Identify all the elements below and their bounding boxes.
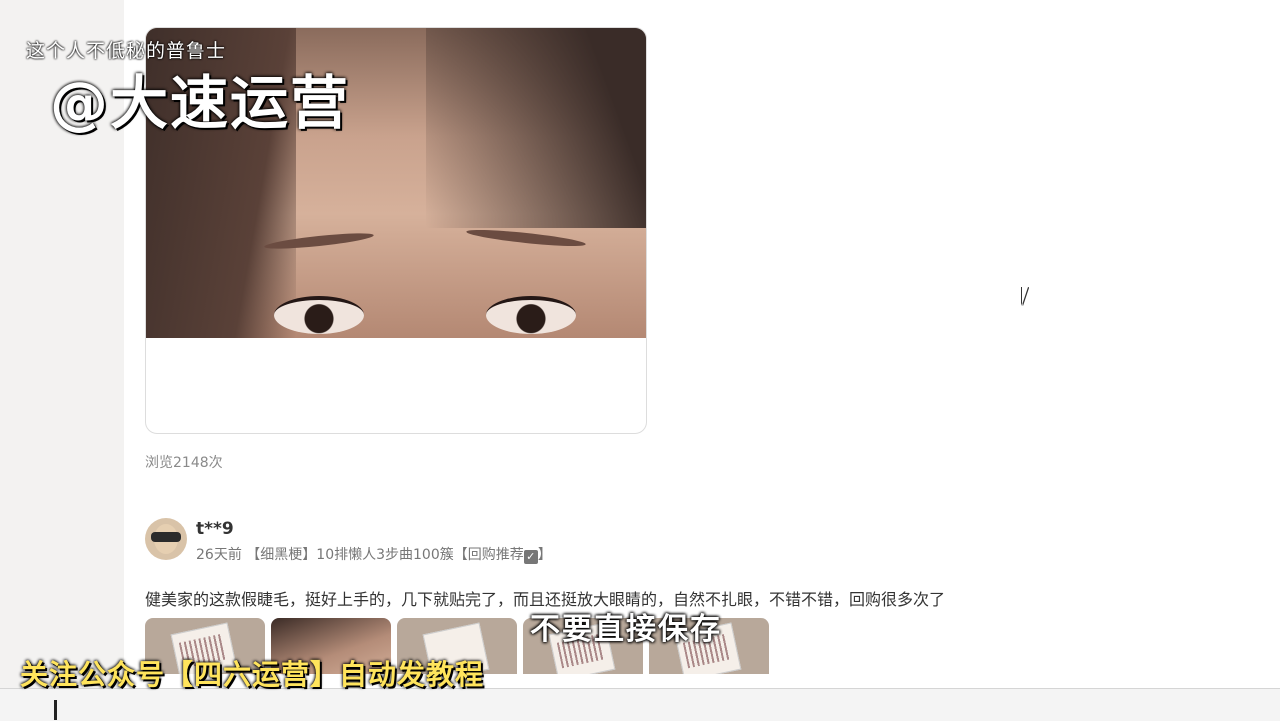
video-watermark: @大速运营 — [50, 69, 351, 137]
photo-hair-right — [426, 28, 646, 228]
photo-eye-right — [486, 296, 576, 334]
photo-eye-left — [274, 296, 364, 334]
avatar[interactable] — [145, 518, 187, 560]
review-time: 26天前 — [196, 547, 242, 563]
review-spec: 【细黑梗】10排懒人3步曲100簇【回购推荐 — [246, 547, 524, 563]
mouse-cursor-icon — [1022, 287, 1034, 305]
view-count: 浏览2148次 — [145, 455, 223, 471]
taskbar-divider — [54, 700, 57, 720]
check-box-icon: ✓ — [523, 550, 538, 564]
video-subtitle: 不要直接保存 — [530, 612, 722, 647]
video-banner: 关注公众号【四六运营】自动发教程 — [20, 658, 485, 691]
review-meta: 26天前 【细黑梗】10排懒人3步曲100簇【回购推荐 ✓】 — [196, 544, 552, 564]
reviewer-name: t**9 — [196, 519, 234, 539]
avatar-mask — [151, 532, 181, 542]
review-spec-end: 】 — [537, 547, 552, 563]
photo-brow-right — [465, 226, 587, 250]
